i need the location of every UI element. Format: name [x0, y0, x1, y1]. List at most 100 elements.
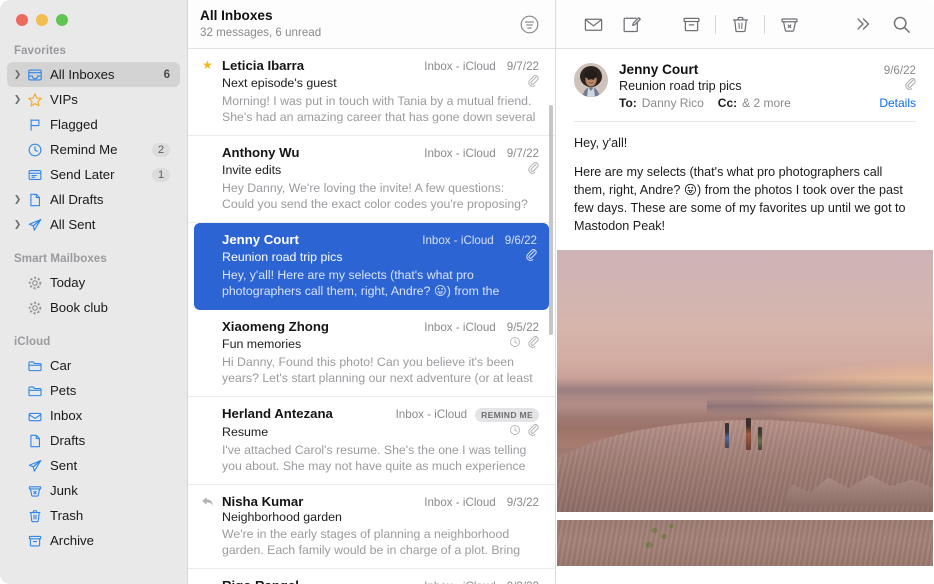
search-button[interactable]: [882, 9, 920, 39]
avatar: [574, 63, 608, 97]
message-subject: Reunion road trip pics: [222, 249, 343, 264]
sidebar-item-label: Sent: [50, 458, 78, 473]
paper-plane-icon: [24, 458, 45, 474]
paper-plane-icon: [24, 217, 45, 233]
message-mailbox: Inbox - iCloud: [424, 147, 496, 160]
document-icon: [24, 433, 45, 449]
message-preview: I've attached Carol's resume. She's the …: [222, 443, 527, 474]
sender-name: Jenny Court: [619, 62, 699, 77]
message-list-item[interactable]: Anthony Wu Inbox - iCloud 9/7/22 Invite edi…: [188, 136, 555, 223]
message-sender: Anthony Wu: [222, 145, 300, 160]
message-list-item[interactable]: Xiaomeng Zhong Inbox - iCloud 9/5/22 Fun me…: [188, 310, 555, 397]
sidebar-section-gap: [0, 320, 187, 329]
message-mailbox: Inbox - iCloud: [422, 234, 494, 247]
filter-icon[interactable]: [520, 15, 539, 34]
sidebar-item-inbox[interactable]: Inbox: [7, 403, 180, 428]
disclosure-chevron-icon[interactable]: ❯: [11, 70, 24, 79]
message-sender: Herland Antezana: [222, 406, 333, 421]
zoom-button[interactable]: [56, 14, 68, 26]
more-button[interactable]: [844, 9, 882, 39]
message-mailbox: Inbox - iCloud: [424, 321, 496, 334]
sidebar-item-send-later[interactable]: Send Later 1: [7, 162, 180, 187]
disclosure-chevron-icon[interactable]: ❯: [11, 220, 24, 229]
message-mailbox: Inbox - iCloud: [424, 496, 496, 509]
sidebar-item-label: Archive: [50, 533, 94, 548]
sidebar-item-all-drafts[interactable]: ❯ All Drafts: [7, 187, 180, 212]
flag-star-icon: ★: [202, 58, 213, 72]
delete-button[interactable]: [721, 9, 759, 39]
message-list-scrollbar[interactable]: [549, 105, 553, 335]
sidebar-item-junk[interactable]: Junk: [7, 478, 180, 503]
paperclip-icon: [527, 74, 539, 91]
message-subject: Resume: [222, 424, 269, 439]
count-badge: 1: [152, 167, 170, 182]
message-subject: Fun memories: [222, 336, 302, 351]
trash-icon: [24, 508, 45, 524]
compose-button[interactable]: [612, 9, 650, 39]
message-list-item[interactable]: Herland Antezana Inbox - iCloud REMIND ME R…: [188, 397, 555, 485]
toolbar-divider: [764, 14, 765, 34]
sidebar-section-header: iCloud: [14, 336, 51, 348]
sidebar-item-label: Drafts: [50, 433, 86, 448]
get-mail-button[interactable]: [574, 9, 612, 39]
mailbox-status: 32 messages, 6 unread: [200, 25, 322, 39]
sidebar-item-car[interactable]: Car: [7, 353, 180, 378]
message-sender: Rigo Rangel: [222, 578, 416, 584]
toolbar-divider: [715, 14, 716, 34]
sidebar-item-trash[interactable]: Trash: [7, 503, 180, 528]
remind-me-badge: REMIND ME: [475, 408, 539, 422]
message-list-item[interactable]: ★ Leticia Ibarra Inbox - iCloud 9/7/22 Next …: [188, 49, 555, 136]
body-paragraph: Here are my selects (that's what pro pho…: [574, 164, 906, 233]
shrub: [669, 524, 674, 529]
sidebar-item-flagged[interactable]: Flagged: [7, 112, 180, 137]
message-date: 9/2/22: [507, 580, 539, 584]
all-inboxes-icon: [24, 67, 45, 83]
sidebar-item-sent[interactable]: Sent: [7, 453, 180, 478]
sidebar-item-label: All Sent: [50, 217, 96, 232]
message-body: Hey, y'all! Here are my selects (that's w…: [556, 122, 934, 246]
archive-icon: [24, 533, 45, 549]
paperclip-icon: [527, 335, 539, 352]
hiker-1: [725, 423, 729, 449]
details-link[interactable]: Details: [879, 96, 916, 110]
sidebar-item-book-club[interactable]: Book club: [7, 295, 180, 320]
cc-value: & 2 more: [742, 96, 791, 110]
message-mailbox: Inbox - iCloud: [424, 580, 496, 584]
message-list-item[interactable]: Nisha Kumar Inbox - iCloud 9/3/22 Neighborh…: [188, 485, 555, 569]
sidebar-item-label: All Inboxes: [50, 67, 115, 82]
document-icon: [24, 192, 45, 208]
sidebar-item-all-sent[interactable]: ❯ All Sent: [7, 212, 180, 237]
archive-button[interactable]: [672, 9, 710, 39]
shrub: [645, 542, 653, 549]
close-button[interactable]: [16, 14, 28, 26]
junk-button[interactable]: [770, 9, 808, 39]
reading-pane: Jenny Court 9/6/22 Reunion road trip pic…: [556, 0, 934, 584]
message-subject: Invite edits: [222, 162, 282, 177]
message-list-item[interactable]: Jenny Court Inbox - iCloud 9/6/22 Reunion r…: [194, 223, 549, 310]
message-date: 9/5/22: [506, 321, 539, 334]
sidebar-item-label: Send Later: [50, 167, 115, 182]
message-preview: Hey Danny, We're loving the invite! A fe…: [222, 181, 528, 212]
message-list-scroll-area[interactable]: ★ Leticia Ibarra Inbox - iCloud 9/7/22 Next …: [188, 49, 555, 584]
photo-rock-surface[interactable]: [557, 520, 933, 567]
sidebar-item-label: Remind Me: [50, 142, 118, 157]
sidebar-item-pets[interactable]: Pets: [7, 378, 180, 403]
mail-window: Favorites ❯ All Inboxes 6 ❯ VIPs Flagged Remind…: [0, 0, 934, 584]
sidebar-item-archive[interactable]: Archive: [7, 528, 180, 553]
cc-label: Cc:: [717, 96, 738, 110]
junk-icon: [24, 483, 45, 499]
minimize-button[interactable]: [36, 14, 48, 26]
message-sender: Leticia Ibarra: [222, 58, 305, 73]
paperclip-icon[interactable]: [904, 77, 916, 94]
disclosure-chevron-icon[interactable]: ❯: [11, 95, 24, 104]
photo-sunset-hikers[interactable]: [557, 250, 933, 513]
star-icon: [24, 92, 45, 108]
message-list-item[interactable]: Rigo RangelInbox - iCloud9/2/22Park Phot…: [188, 569, 555, 584]
hiker-2: [746, 418, 751, 451]
sidebar-item-drafts[interactable]: Drafts: [7, 428, 180, 453]
sidebar-item-vips[interactable]: ❯ VIPs: [7, 87, 180, 112]
disclosure-chevron-icon[interactable]: ❯: [11, 195, 24, 204]
sidebar-item-remind-me[interactable]: Remind Me 2: [7, 137, 180, 162]
sidebar-item-all-inboxes[interactable]: ❯ All Inboxes 6: [7, 62, 180, 87]
sidebar-item-today[interactable]: Today: [7, 270, 180, 295]
